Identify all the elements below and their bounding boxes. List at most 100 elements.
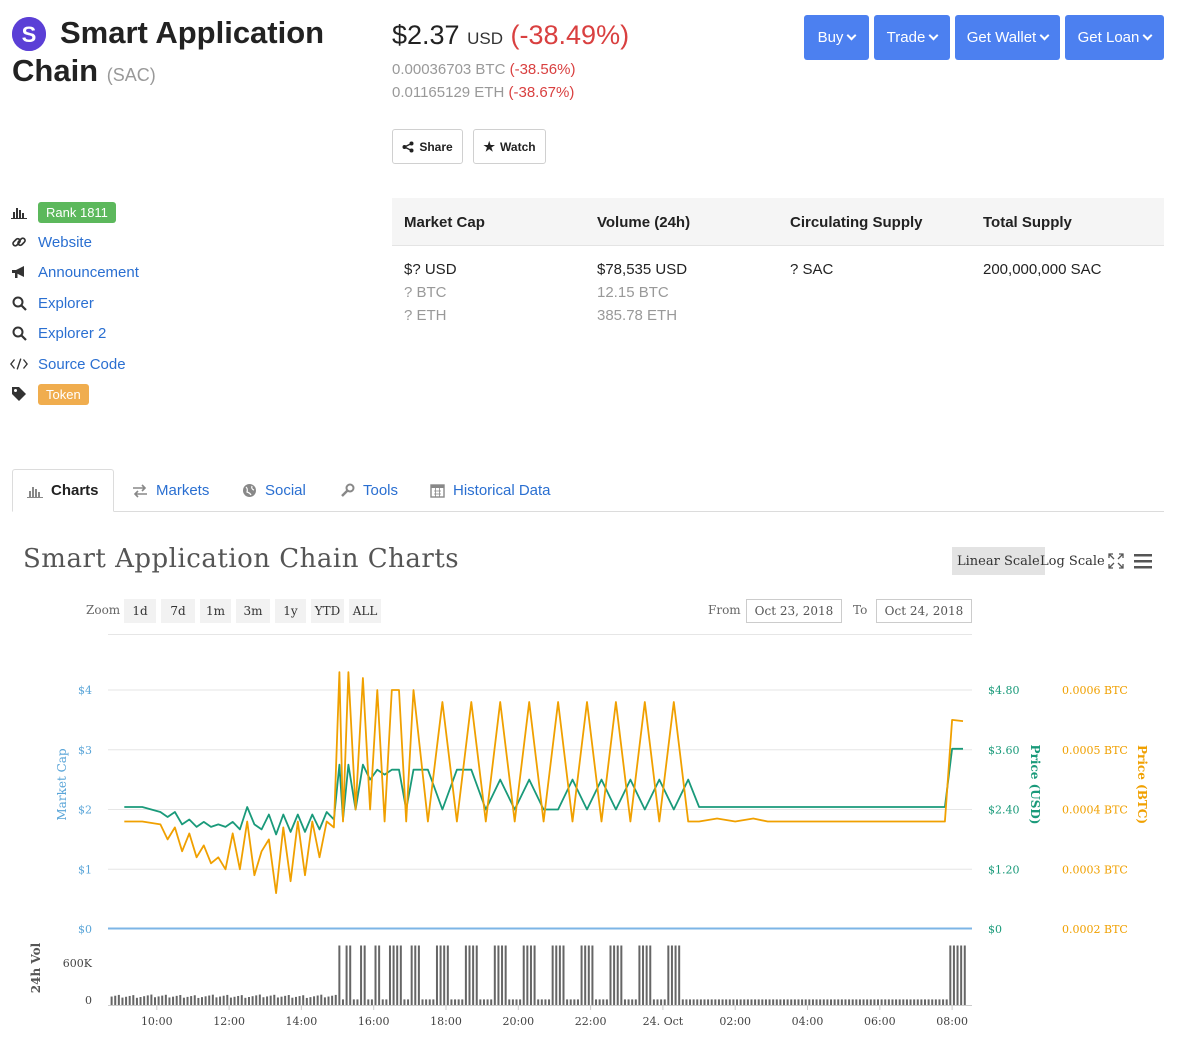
volume-bar (468, 945, 471, 1005)
tab-markets[interactable]: Markets (132, 469, 209, 512)
to-date-input[interactable]: Oct 24, 2018 (876, 599, 972, 623)
volume-bar (273, 994, 276, 1005)
volume-bar (891, 999, 894, 1005)
market-cap-btc: ? BTC (404, 284, 447, 301)
volume-bar (135, 997, 138, 1005)
volume-bar (435, 945, 438, 1005)
market-cap-tick-label: $1 (78, 863, 92, 876)
search-icon (10, 294, 28, 312)
tab-historical-data[interactable]: Historical Data (430, 469, 551, 512)
volume-bar (775, 999, 778, 1005)
tab-charts[interactable]: Charts (12, 469, 114, 512)
price-chart[interactable]: $0 $1 $2 $3 $4 Market Cap $0 $1.20 $2.40 $3.60 $4.… (0, 630, 1200, 1040)
volume-bar (649, 945, 652, 1005)
sidebar-item-announcement[interactable]: Announcement (10, 260, 139, 284)
volume-bar (551, 945, 554, 1005)
volume-bar (949, 945, 952, 1005)
wrench-icon (341, 483, 355, 497)
volume-bar (110, 996, 113, 1005)
sidebar-item-source-code[interactable]: Source Code (10, 352, 126, 376)
volume-bar (334, 994, 337, 1005)
zoom-3m-button[interactable]: 3m (236, 599, 270, 623)
volume-bar (909, 999, 912, 1005)
volume-bar (403, 999, 406, 1005)
volume-bar (743, 999, 746, 1005)
announcement-link[interactable]: Announcement (38, 264, 139, 281)
from-date-input[interactable]: Oct 23, 2018 (746, 599, 842, 623)
link-icon (10, 233, 28, 251)
volume-bar (952, 945, 955, 1005)
zoom-1m-button[interactable]: 1m (200, 599, 231, 623)
volume-bar (757, 999, 760, 1005)
volume-bar (902, 999, 905, 1005)
volume-bar (363, 945, 366, 1005)
volume-bar (945, 999, 948, 1005)
volume-bar (320, 994, 323, 1005)
volume-bar (880, 999, 883, 1005)
volume-bar (482, 999, 485, 1005)
volume-bar (414, 945, 417, 1005)
circulating-supply-value: ? SAC (790, 261, 834, 278)
volume-bar (793, 999, 796, 1005)
zoom-1d-button[interactable]: 1d (124, 599, 156, 623)
linear-scale-button[interactable]: Linear Scale (952, 547, 1045, 575)
zoom-ytd-button[interactable]: YTD (311, 599, 344, 623)
calendar-icon (430, 484, 445, 498)
tab-social[interactable]: Social (242, 469, 306, 512)
source-code-link[interactable]: Source Code (38, 356, 126, 373)
volume-bar (555, 945, 558, 1005)
explorer-2-link[interactable]: Explorer 2 (38, 325, 106, 342)
tab-tools[interactable]: Tools (340, 469, 398, 512)
market-cap-tick-label: $4 (78, 684, 92, 697)
x-tick-label: 14:00 (286, 1015, 318, 1028)
volume-bar (341, 999, 344, 1005)
volume-bar (526, 945, 529, 1005)
volume-bar (316, 995, 319, 1005)
sidebar-item-website[interactable]: Website (10, 230, 92, 254)
volume-bar (678, 945, 681, 1005)
menu-icon[interactable] (1134, 553, 1152, 574)
volume-bar (374, 945, 377, 1005)
volume-bar (508, 999, 511, 1005)
volume-bar (226, 994, 229, 1005)
website-link[interactable]: Website (38, 234, 92, 251)
volume-bar (905, 999, 908, 1005)
sidebar-item-explorer-2[interactable]: Explorer 2 (10, 321, 106, 345)
log-scale-button[interactable]: Log Scale (1035, 547, 1110, 575)
volume-bar (790, 999, 793, 1005)
volume-bar (833, 999, 836, 1005)
x-tick-label: 06:00 (864, 1015, 896, 1028)
zoom-7d-button[interactable]: 7d (161, 599, 195, 623)
to-label: To (853, 603, 868, 617)
share-button[interactable]: Share (392, 129, 463, 164)
get-wallet-button[interactable]: Get Wallet (955, 15, 1060, 60)
price-eth: 0.01165129 ETH (-38.67%) (392, 84, 575, 101)
price-change: (-38.49%) (510, 20, 630, 50)
volume-bar (764, 999, 767, 1005)
volume-bar (674, 945, 677, 1005)
volume-bar (439, 945, 442, 1005)
volume-bar (913, 999, 916, 1005)
trade-button[interactable]: Trade (874, 15, 950, 60)
volume-bar (472, 945, 475, 1005)
bar-chart-icon (27, 486, 43, 498)
x-tick-label: 16:00 (358, 1015, 390, 1028)
zoom-1y-button[interactable]: 1y (275, 599, 306, 623)
btc-tick-label: 0.0006 BTC (1062, 684, 1128, 697)
x-tick-label: 12:00 (213, 1015, 245, 1028)
chevron-down-icon (1039, 30, 1050, 41)
volume-bar (446, 945, 449, 1005)
rank-badge: Rank 1811 (38, 201, 116, 223)
get-loan-button[interactable]: Get Loan (1065, 15, 1164, 60)
watch-button[interactable]: ★ Watch (473, 129, 546, 164)
sidebar-item-explorer[interactable]: Explorer (10, 291, 94, 315)
zoom-all-button[interactable]: ALL (349, 599, 381, 623)
volume-bar (349, 945, 352, 1005)
x-tick-label: 04:00 (792, 1015, 824, 1028)
fullscreen-icon[interactable] (1108, 553, 1124, 574)
explorer-link[interactable]: Explorer (38, 295, 94, 312)
buy-button[interactable]: Buy (804, 15, 869, 60)
volume-bar (783, 999, 786, 1005)
volume-bar (670, 945, 673, 1005)
x-tick-label: 02:00 (719, 1015, 751, 1028)
